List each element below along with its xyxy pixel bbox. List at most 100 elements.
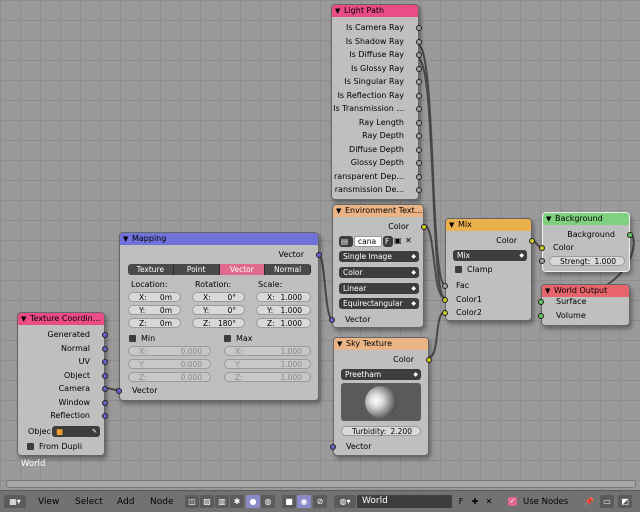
extra-nodes-icon[interactable]: ✱ bbox=[230, 495, 244, 508]
collapse-triangle-icon[interactable]: ▼ bbox=[335, 5, 340, 17]
add-world-icon[interactable]: ✚ bbox=[468, 495, 482, 508]
light-path-socket[interactable] bbox=[416, 92, 422, 99]
collapse-triangle-icon[interactable]: ▼ bbox=[546, 213, 551, 225]
image-browse-icon[interactable]: ▤ bbox=[339, 236, 353, 247]
mapping-header[interactable]: ▼ Mapping bbox=[120, 233, 318, 245]
projection-dropdown[interactable]: Equirectangular ◆ bbox=[339, 298, 419, 309]
collapse-triangle-icon[interactable]: ▼ bbox=[337, 338, 342, 350]
socket-reflection[interactable] bbox=[102, 413, 108, 419]
mode-vector[interactable]: Vector bbox=[219, 264, 266, 275]
socket-color2[interactable] bbox=[442, 310, 448, 316]
menu-add[interactable]: Add bbox=[117, 497, 134, 507]
world-shader-icon[interactable]: ◉ bbox=[297, 495, 311, 508]
light-path-socket[interactable] bbox=[416, 65, 422, 72]
open-folder-icon[interactable]: ▣ bbox=[394, 236, 402, 245]
socket-window[interactable] bbox=[102, 400, 108, 406]
light-path-socket[interactable] bbox=[416, 79, 422, 85]
mapping-node[interactable]: ▼ Mapping Vector Texture Point Vector Nor… bbox=[116, 232, 322, 401]
rotation-y-field[interactable]: Y: 0° bbox=[192, 305, 245, 315]
strength-field[interactable]: Strengt: 1.000 bbox=[549, 256, 625, 266]
linestyle-icon[interactable]: ⊘ bbox=[313, 495, 327, 508]
scrollbar-thumb[interactable] bbox=[6, 480, 636, 488]
location-z-field[interactable]: Z: 0m bbox=[128, 318, 181, 328]
turbidity-field[interactable]: Turbidity: 2.200 bbox=[341, 426, 421, 436]
light-path-socket[interactable] bbox=[416, 25, 422, 31]
clamp-checkbox[interactable] bbox=[455, 266, 462, 273]
object-shader-icon[interactable]: ■ bbox=[282, 495, 296, 508]
socket-vector-in[interactable] bbox=[329, 317, 335, 323]
light-path-socket[interactable] bbox=[416, 52, 422, 58]
environment-texture-node[interactable]: ▼ Environment Text... Color ▤ cana F ▣ ✕ … bbox=[329, 204, 427, 328]
sun-sphere-icon[interactable] bbox=[365, 386, 397, 418]
location-y-field[interactable]: Y: 0m bbox=[128, 305, 181, 315]
socket-color-out[interactable] bbox=[529, 238, 535, 244]
world-fake-user-button[interactable]: F bbox=[454, 495, 468, 508]
image-name-field[interactable]: cana bbox=[354, 236, 382, 247]
close-icon[interactable]: ✕ bbox=[405, 236, 412, 245]
socket-color1[interactable] bbox=[442, 297, 448, 303]
world-output-header[interactable]: ▼ World Output bbox=[542, 285, 629, 297]
mix-header[interactable]: ▼ Mix bbox=[446, 219, 531, 231]
min-checkbox[interactable] bbox=[129, 335, 136, 342]
min-y-field[interactable]: Y: 0.000 bbox=[128, 359, 211, 369]
scale-x-field[interactable]: X: 1.000 bbox=[256, 292, 311, 302]
texture-coordinate-header[interactable]: ▼ Texture Coordin... bbox=[18, 313, 104, 325]
max-checkbox[interactable] bbox=[224, 335, 231, 342]
use-nodes-checkbox[interactable]: ✓ bbox=[508, 497, 517, 506]
socket-vector-in[interactable] bbox=[116, 388, 122, 394]
light-path-socket[interactable] bbox=[416, 187, 422, 193]
sky-texture-node[interactable]: ▼ Sky Texture Color Preetham ◆ Turbidity: 2… bbox=[330, 337, 432, 456]
mode-texture[interactable]: Texture bbox=[128, 264, 174, 275]
horizontal-scrollbar[interactable] bbox=[0, 478, 640, 488]
backdrop-icon[interactable]: ▭ bbox=[600, 495, 614, 508]
socket-vector-out[interactable] bbox=[316, 252, 322, 258]
light-path-socket[interactable] bbox=[416, 173, 422, 180]
socket-normal[interactable] bbox=[102, 346, 108, 352]
min-z-field[interactable]: Z: 0.000 bbox=[128, 372, 211, 382]
shader-nodes-icon[interactable]: ◫ bbox=[185, 495, 199, 508]
light-path-socket[interactable] bbox=[416, 133, 422, 139]
socket-color-in[interactable] bbox=[539, 245, 545, 251]
compositing-nodes-icon[interactable]: ▥ bbox=[215, 495, 229, 508]
mode-point[interactable]: Point bbox=[173, 264, 220, 275]
socket-fac[interactable] bbox=[442, 283, 448, 289]
unlink-world-icon[interactable]: ✕ bbox=[482, 495, 496, 508]
interpolation-dropdown[interactable]: Linear ◆ bbox=[339, 283, 419, 294]
location-x-field[interactable]: X: 0m bbox=[128, 292, 181, 302]
scale-y-field[interactable]: Y: 1.000 bbox=[256, 305, 311, 315]
blend-type-dropdown[interactable]: Mix ◆ bbox=[453, 250, 527, 261]
socket-surface[interactable] bbox=[538, 299, 544, 305]
world-icon[interactable]: ◍ bbox=[261, 495, 275, 508]
socket-camera[interactable] bbox=[102, 386, 108, 392]
light-path-socket[interactable] bbox=[416, 146, 422, 153]
light-path-socket[interactable] bbox=[416, 160, 422, 166]
socket-color-out[interactable] bbox=[426, 357, 432, 363]
light-path-socket[interactable] bbox=[416, 119, 422, 126]
menu-node[interactable]: Node bbox=[150, 497, 174, 507]
sky-model-dropdown[interactable]: Preetham ◆ bbox=[341, 369, 421, 380]
source-dropdown[interactable]: Single Image ◆ bbox=[339, 251, 419, 262]
socket-object[interactable] bbox=[102, 373, 108, 379]
editor-type-icon[interactable]: ▦▾ bbox=[4, 495, 26, 508]
light-path-socket[interactable] bbox=[416, 106, 422, 112]
rotation-x-field[interactable]: X: 0° bbox=[192, 292, 245, 302]
socket-volume[interactable] bbox=[538, 313, 544, 319]
collapse-triangle-icon[interactable]: ▼ bbox=[336, 205, 341, 217]
world-browse-icon[interactable]: ◍▾ bbox=[334, 495, 356, 508]
light-path-socket[interactable] bbox=[416, 38, 422, 45]
max-x-field[interactable]: X: 1.000 bbox=[224, 346, 311, 356]
object-picker[interactable]: ■ ✎ bbox=[52, 426, 100, 437]
light-path-node[interactable]: ▼ Light Path Is Camera Ray Is Shadow Ray Is… bbox=[331, 4, 422, 200]
socket-uv[interactable] bbox=[102, 359, 108, 365]
socket-color-out[interactable] bbox=[421, 224, 427, 230]
world-output-node[interactable]: ▼ World Output Surface Volume bbox=[538, 284, 630, 326]
texture-nodes-icon[interactable]: ▨ bbox=[200, 495, 214, 508]
mode-normal[interactable]: Normal bbox=[265, 264, 311, 275]
environment-texture-header[interactable]: ▼ Environment Text... bbox=[333, 205, 423, 217]
fake-user-button[interactable]: F bbox=[383, 236, 393, 247]
min-x-field[interactable]: X: 0.000 bbox=[128, 346, 211, 356]
socket-strength[interactable] bbox=[539, 258, 545, 264]
color-space-dropdown[interactable]: Color ◆ bbox=[339, 267, 419, 278]
from-dupli-checkbox[interactable] bbox=[27, 443, 34, 450]
snap-icon[interactable]: ◩ bbox=[618, 495, 632, 508]
